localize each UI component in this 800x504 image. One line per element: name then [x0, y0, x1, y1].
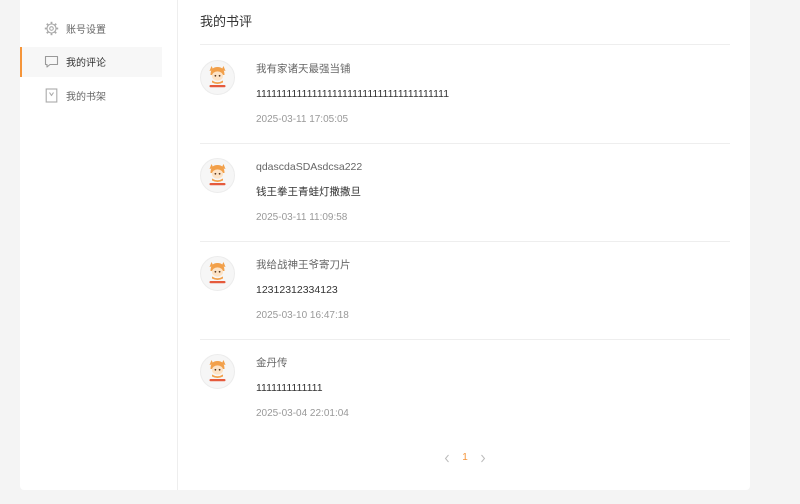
comment-book-title[interactable]: 我给战神王爷寄刀片 — [256, 257, 351, 273]
comment-content: 钱王拳王青蛙灯撒撒旦 — [256, 186, 361, 198]
comment-content: 11111111111111111111111111111111111111 — [256, 88, 450, 100]
comment-content: 1111111111111 — [256, 382, 323, 394]
comment-item: 金丹传 1111111111111 2025-03-04 22:01:04 — [200, 340, 730, 438]
avatar — [200, 256, 235, 291]
comment-icon — [44, 54, 59, 69]
sidebar-item-account-settings[interactable]: 账号设置 — [20, 13, 162, 43]
bookmark-icon — [44, 87, 59, 103]
comment-list: 我有家诸天最强当铺 111111111111111111111111111111… — [200, 45, 730, 438]
avatar — [200, 158, 235, 193]
chevron-left-icon[interactable] — [443, 452, 451, 464]
gear-icon — [44, 21, 59, 36]
page-number-current[interactable]: 1 — [462, 450, 468, 466]
sidebar-item-label: 我的评论 — [66, 58, 106, 69]
comment-time: 2025-03-11 17:05:05 — [256, 114, 349, 125]
comment-item: qdascdaSDAsdcsa222 钱王拳王青蛙灯撒撒旦 2025-03-11… — [200, 144, 730, 242]
comment-book-title[interactable]: 金丹传 — [256, 355, 288, 371]
comment-item: 我给战神王爷寄刀片 12312312334123 2025-03-10 16:4… — [200, 242, 730, 340]
comment-time: 2025-03-11 11:09:58 — [256, 212, 348, 223]
main-panel: 我的书评 我有家诸天最强当铺 1111111111111111111111111… — [200, 0, 730, 490]
comment-book-title[interactable]: qdascdaSDAsdcsa222 — [256, 159, 362, 175]
comment-book-title[interactable]: 我有家诸天最强当铺 — [256, 61, 351, 77]
comment-item: 我有家诸天最强当铺 111111111111111111111111111111… — [200, 46, 730, 144]
sidebar-item-my-comments[interactable]: 我的评论 — [20, 46, 162, 77]
sidebar: 账号设置 我的评论 我的书架 — [20, 0, 178, 490]
comment-content: 12312312334123 — [256, 284, 338, 296]
comment-time: 2025-03-04 22:01:04 — [256, 408, 349, 419]
avatar — [200, 354, 235, 389]
account-card: 账号设置 我的评论 我的书架 我的书评 我有家诸天最强当铺 1111111111… — [20, 0, 750, 490]
avatar — [200, 60, 235, 95]
chevron-right-icon[interactable] — [479, 452, 487, 464]
sidebar-item-my-bookshelf[interactable]: 我的书架 — [20, 80, 162, 110]
comment-time: 2025-03-10 16:47:18 — [256, 310, 349, 321]
sidebar-item-label: 账号设置 — [66, 24, 106, 36]
sidebar-item-label: 我的书架 — [66, 91, 106, 103]
page-title: 我的书评 — [200, 0, 730, 45]
pagination: 1 — [200, 450, 730, 466]
